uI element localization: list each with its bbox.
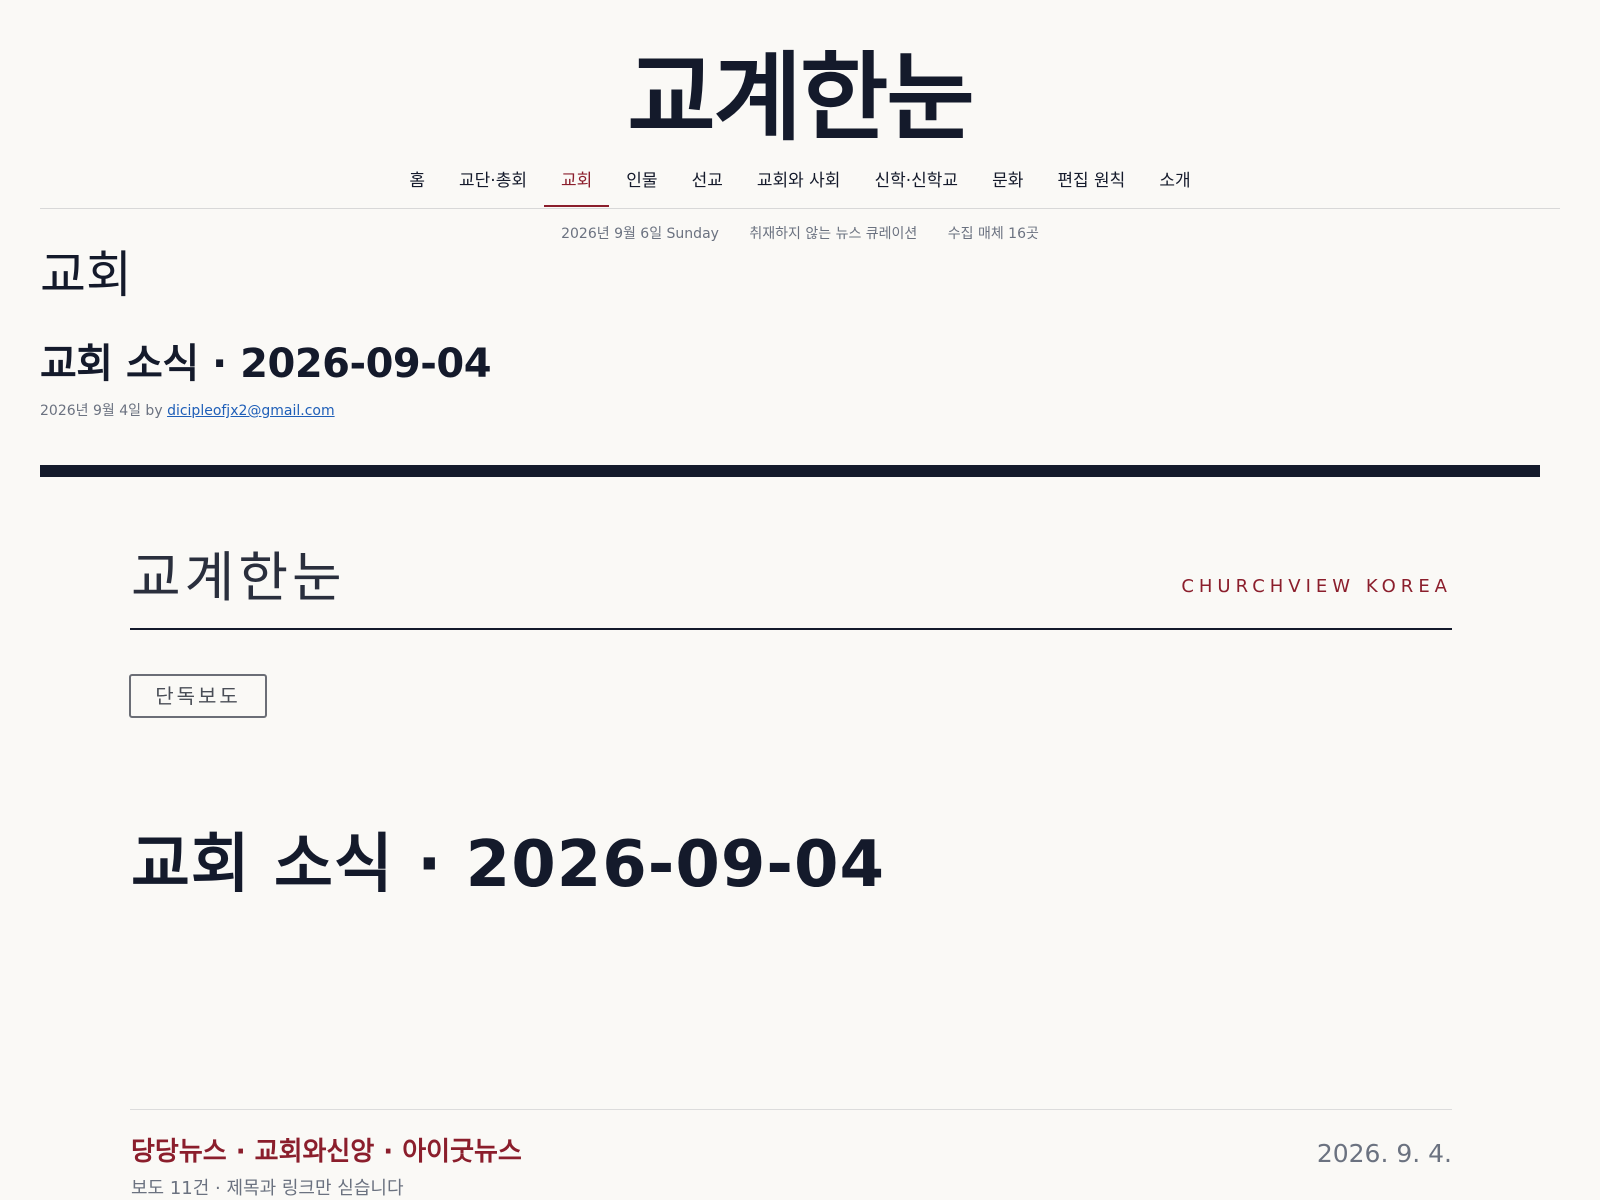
card-summary-text: 보도 11건 · 제목과 링크만 싣습니다 [131, 1178, 404, 1199]
post-date: 2026년 9월 4일 by [40, 403, 163, 419]
main-nav: 홈 교단·총회 교회 인물 선교 교회와 사회 신학·신학교 문화 편집 원칙 … [40, 160, 1560, 209]
nav-item-theology[interactable]: 신학·신학교 [857, 160, 975, 206]
card-brand: CHURCHVIEW KOREA [1181, 576, 1452, 597]
section-divider [40, 465, 1540, 477]
site-tagline: 취재하지 않는 뉴스 큐레이션 [749, 226, 918, 242]
sources-count: 수집 매체 16곳 [947, 226, 1039, 242]
current-date: 2026년 9월 6일 Sunday [561, 226, 719, 242]
nav-item-people[interactable]: 인물 [609, 160, 674, 206]
author-link[interactable]: dicipleofjx2@gmail.com [167, 403, 335, 419]
nav-item-church-society[interactable]: 교회와 사회 [740, 160, 858, 206]
nav-item-mission[interactable]: 선교 [675, 160, 740, 206]
nav-item-editorial-policy[interactable]: 편집 원칙 [1040, 160, 1142, 206]
card-date: 2026. 9. 4. [1316, 1139, 1452, 1168]
nav-item-home[interactable]: 홈 [392, 160, 442, 206]
nav-item-denomination[interactable]: 교단·총회 [442, 160, 544, 206]
card-logo: 교계한눈 [131, 546, 346, 609]
card-title: 교회 소식 · 2026-09-04 [131, 828, 886, 902]
card-header-divider [130, 628, 1452, 630]
nav-item-church[interactable]: 교회 [544, 160, 610, 207]
post-title[interactable]: 교회 소식 · 2026-09-04 [40, 336, 492, 392]
card-footer-divider [130, 1109, 1452, 1110]
site-masthead[interactable]: 교계한눈 [0, 38, 1600, 158]
nav-item-about[interactable]: 소개 [1142, 160, 1207, 206]
nav-item-culture[interactable]: 문화 [975, 160, 1040, 206]
card-sources: 당당뉴스 · 교회와신앙 · 아이굿뉴스 [131, 1137, 522, 1167]
post-meta: 2026년 9월 4일 by dicipleofjx2@gmail.com [40, 400, 335, 422]
sub-info-bar: 2026년 9월 6일 Sunday 취재하지 않는 뉴스 큐레이션 수집 매체… [0, 224, 1600, 244]
category-title: 교회 [40, 246, 132, 304]
exclusive-badge: 단독보도 [129, 674, 267, 718]
